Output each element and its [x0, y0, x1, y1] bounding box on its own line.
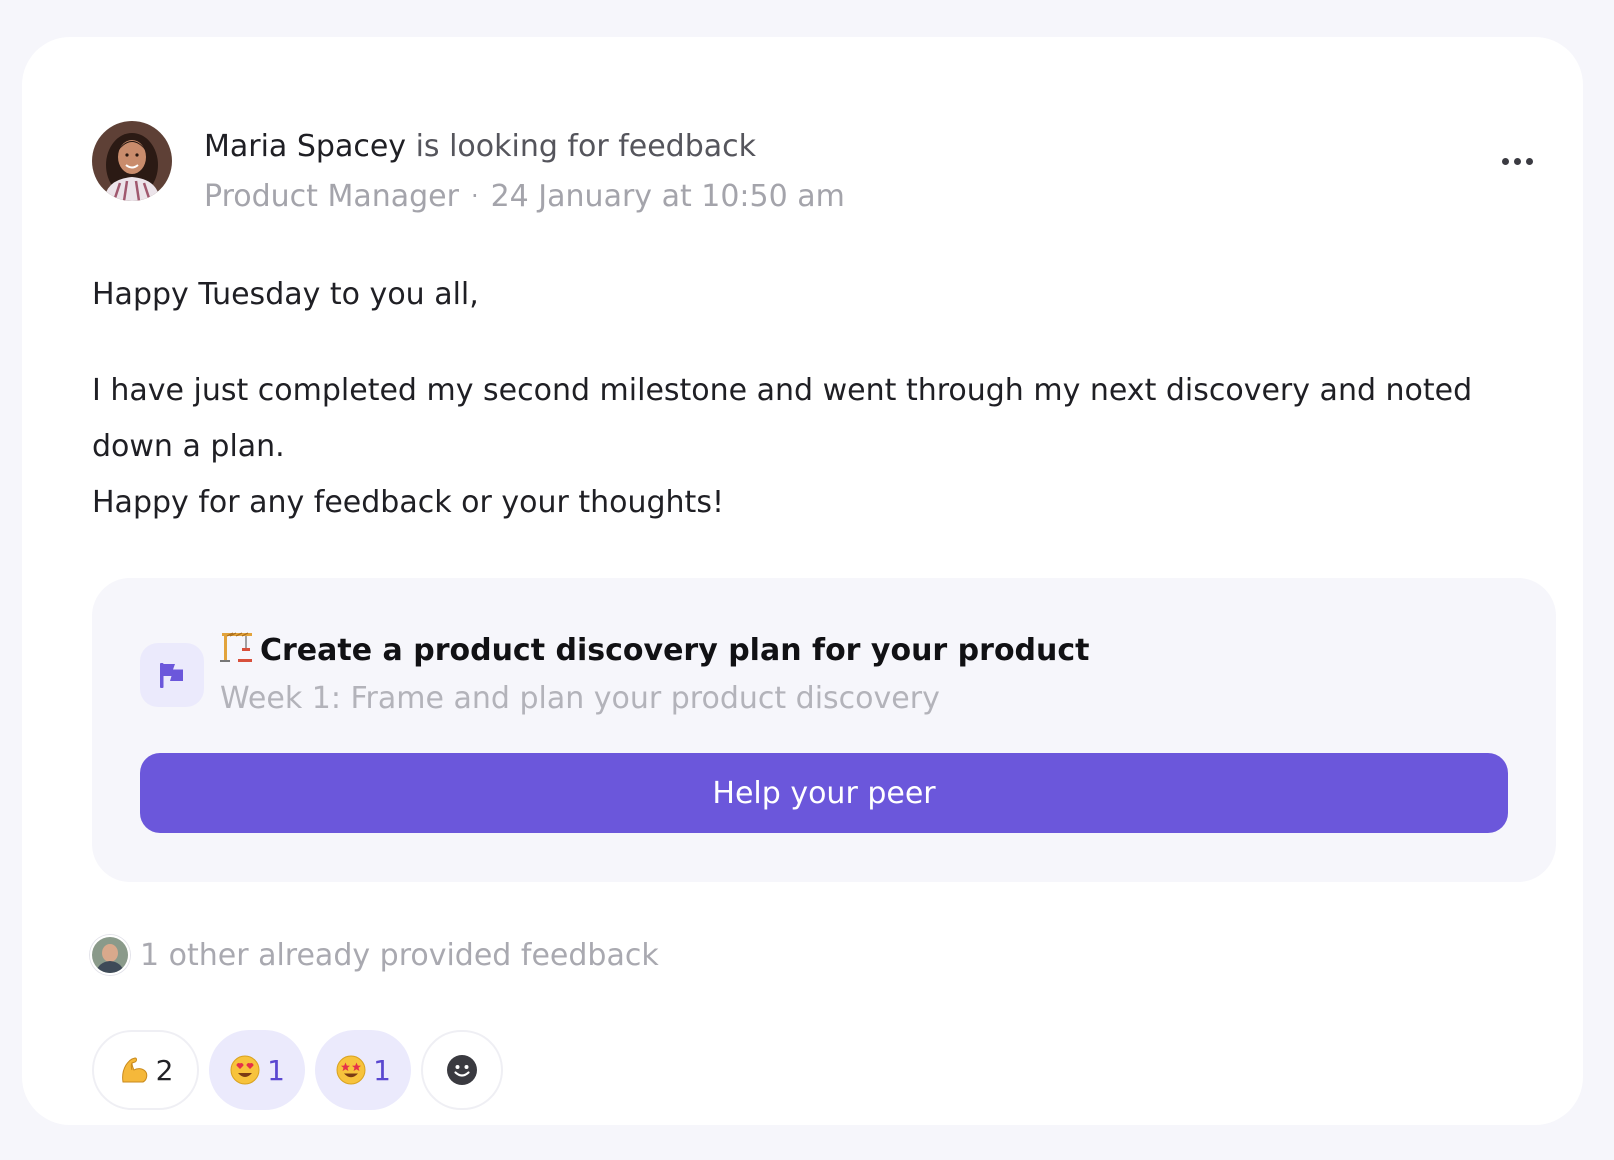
- feedback-summary[interactable]: 1 other already provided feedback: [90, 935, 659, 975]
- reaction-count: 2: [155, 1053, 174, 1087]
- post-action-text: is looking for feedback: [415, 129, 757, 164]
- post-card: Maria Spacey is looking for feedback Pro…: [22, 37, 1583, 1125]
- author-role: Product Manager: [204, 179, 459, 214]
- heart-eyes-icon: [230, 1055, 260, 1085]
- flexed-biceps-icon: [121, 1057, 147, 1083]
- post-paragraph: I have just completed my second mileston…: [92, 373, 1473, 464]
- post-greeting: Happy Tuesday to you all,: [92, 277, 479, 312]
- reaction-flexed-biceps[interactable]: 2: [92, 1030, 199, 1110]
- reaction-count: 1: [267, 1053, 285, 1087]
- reaction-count: 1: [373, 1053, 391, 1087]
- more-dot-icon: [1525, 157, 1533, 165]
- reactions-bar: 2 1 1: [92, 1030, 503, 1110]
- post-body: Happy Tuesday to you all, I have just co…: [92, 267, 1552, 531]
- add-reaction-button[interactable]: [421, 1030, 503, 1110]
- post-timestamp: 24 January at 10:50 am: [490, 179, 845, 214]
- flag-icon: [160, 663, 183, 688]
- author-avatar[interactable]: [92, 121, 172, 201]
- meta-separator: ·: [470, 182, 479, 210]
- post-meta: Product Manager · 24 January at 10:50 am: [204, 174, 845, 219]
- construction-crane-icon: [220, 632, 252, 662]
- more-options-button[interactable]: [1492, 141, 1542, 181]
- reaction-star-struck[interactable]: 1: [315, 1030, 411, 1110]
- task-title[interactable]: Create a product discovery plan for your…: [220, 629, 1090, 673]
- more-dot-icon: [1501, 157, 1509, 165]
- reaction-heart-eyes[interactable]: 1: [209, 1030, 305, 1110]
- post-paragraph: Happy for any feedback or your thoughts!: [92, 485, 724, 520]
- task-badge: [140, 643, 204, 707]
- star-struck-icon: [336, 1055, 366, 1085]
- help-your-peer-button[interactable]: Help your peer: [140, 753, 1508, 833]
- feedback-summary-text: 1 other already provided feedback: [140, 937, 659, 973]
- more-dot-icon: [1513, 157, 1521, 165]
- linked-task-card: Create a product discovery plan for your…: [92, 578, 1556, 882]
- author-name[interactable]: Maria Spacey: [204, 129, 406, 164]
- feedback-giver-avatar: [90, 935, 130, 975]
- add-reaction-smiley-icon: [447, 1055, 477, 1085]
- task-subtitle: Week 1: Frame and plan your product disc…: [220, 681, 940, 716]
- task-title-text: Create a product discovery plan for your…: [260, 633, 1090, 668]
- author-line: Maria Spacey is looking for feedback: [204, 125, 756, 169]
